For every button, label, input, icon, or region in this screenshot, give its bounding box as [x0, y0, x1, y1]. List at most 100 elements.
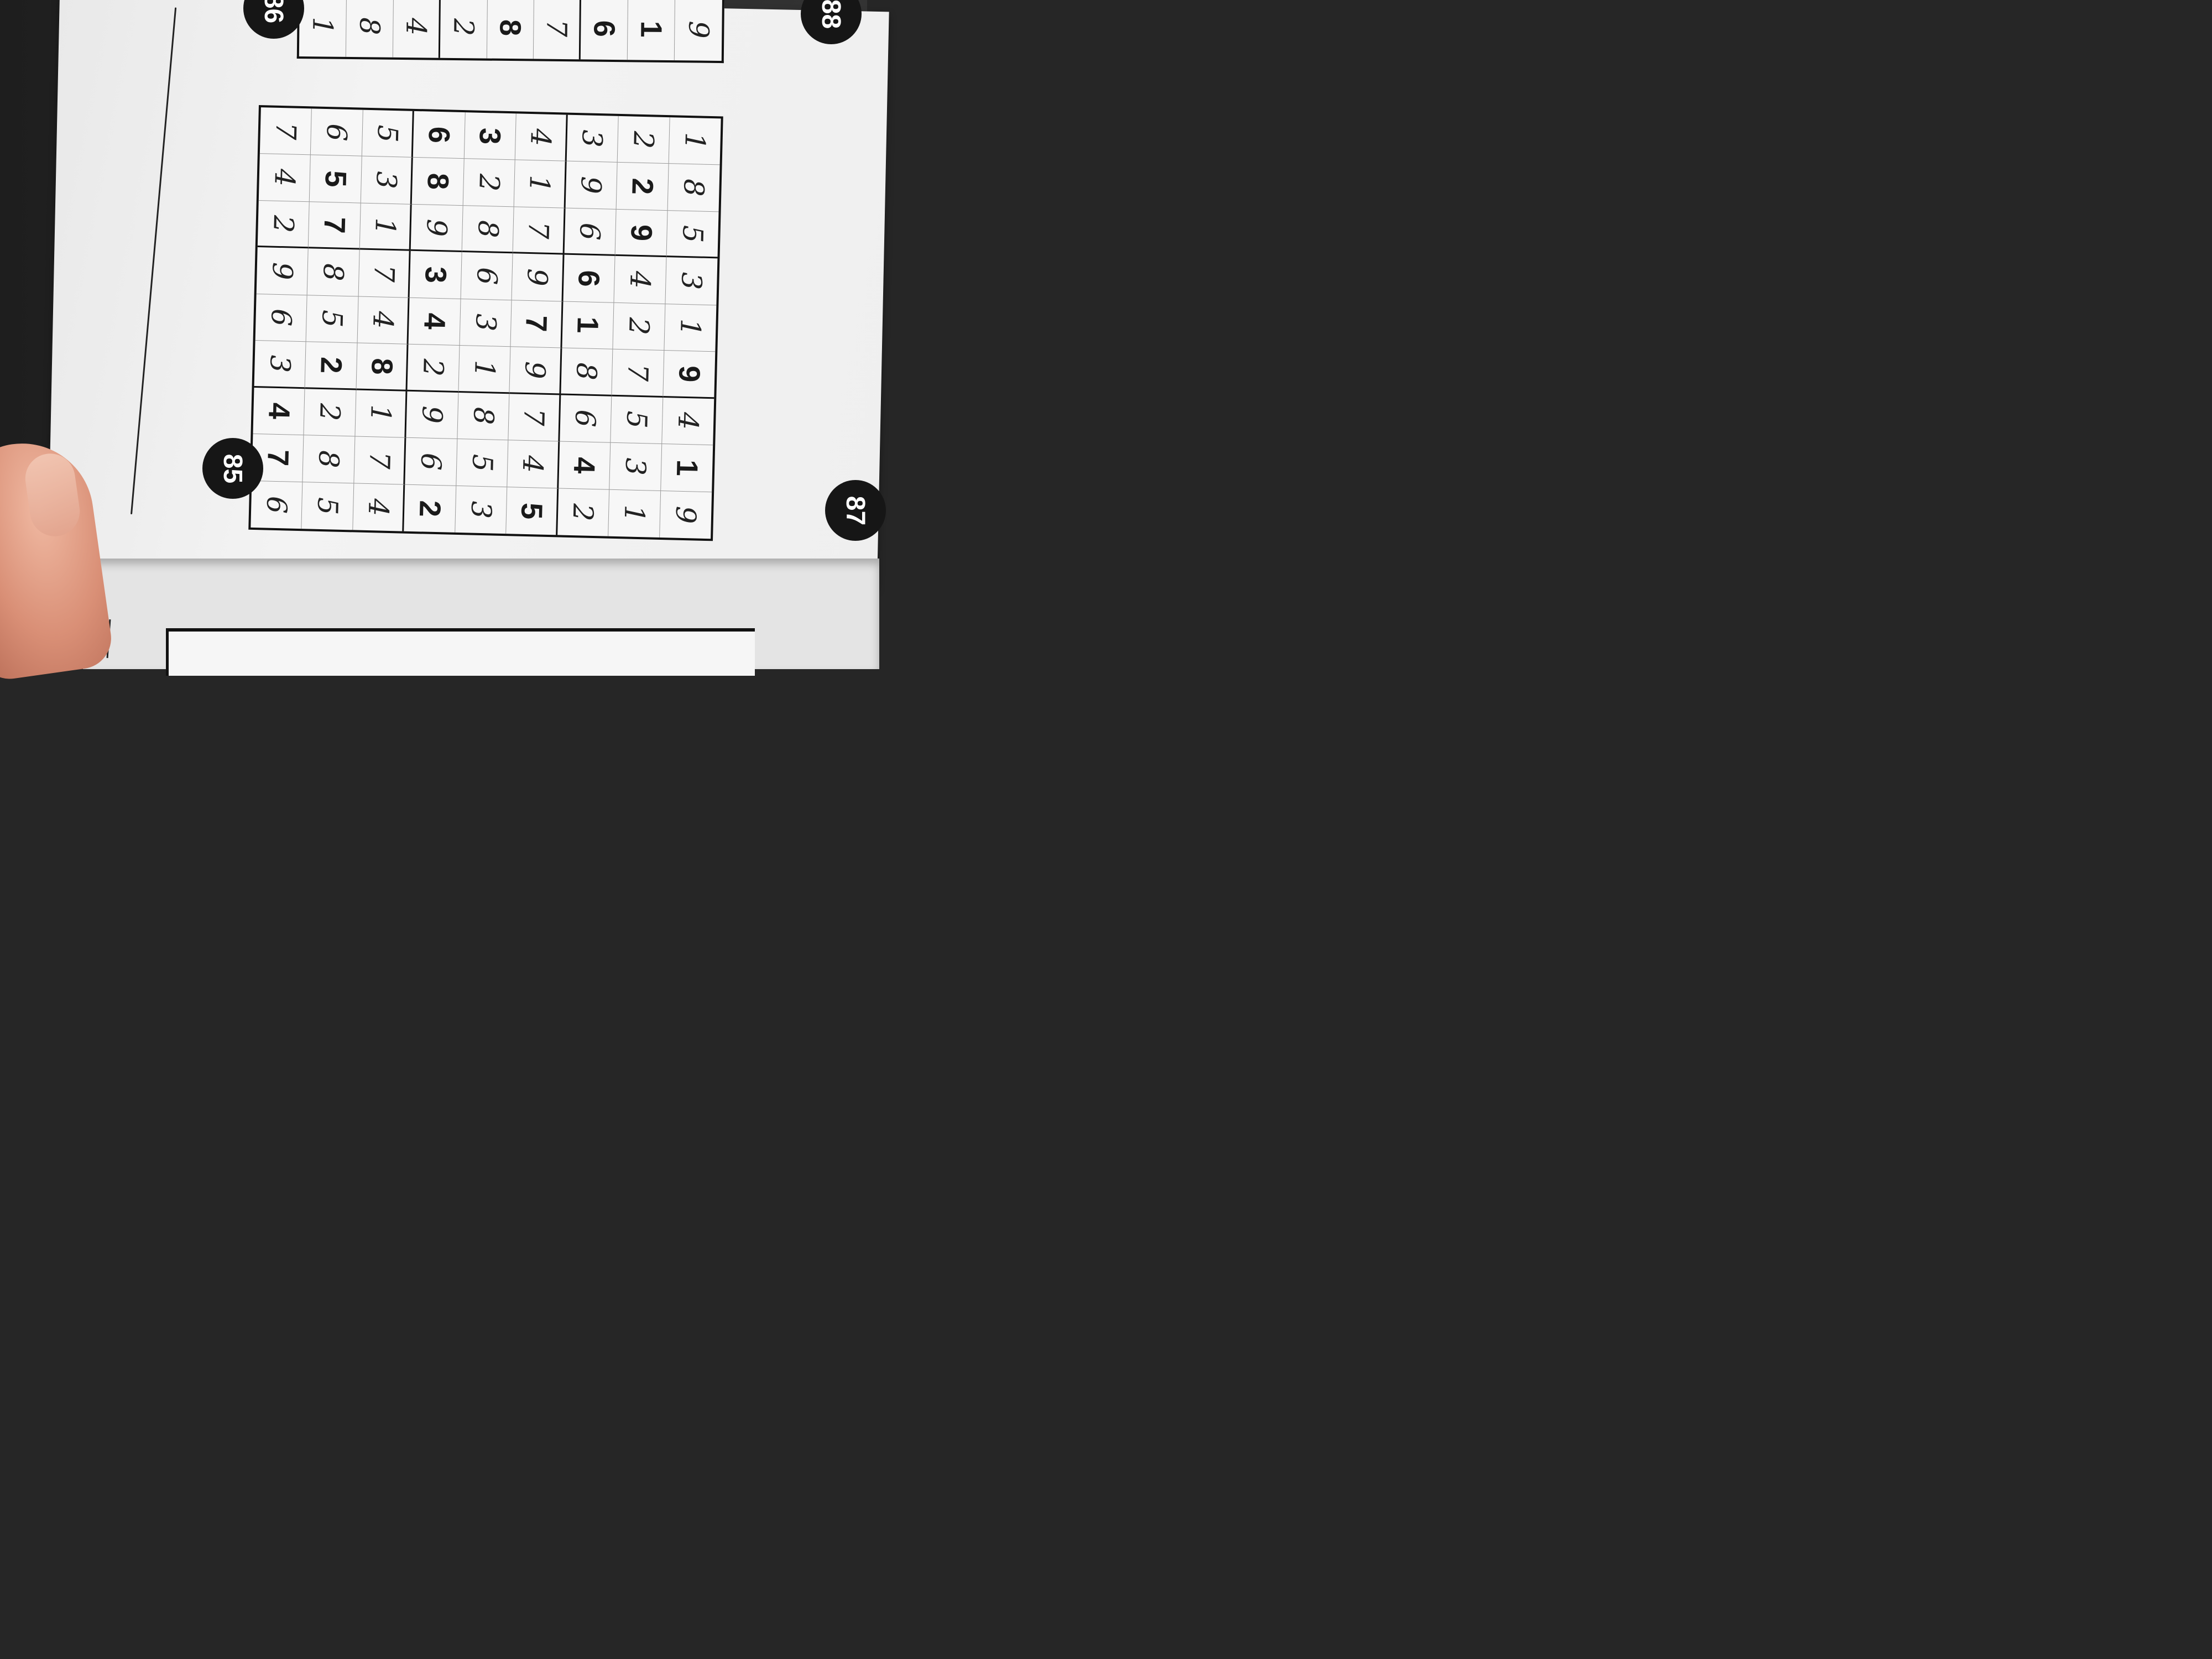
- handwritten-digit: 7: [363, 451, 396, 469]
- printed-digit: 9: [624, 223, 658, 242]
- sudoku-cell: 4: [258, 154, 311, 202]
- sudoku-cell: 4: [253, 387, 305, 436]
- sudoku-cell: 8: [561, 348, 613, 397]
- sudoku-cell: 2: [440, 0, 488, 59]
- sudoku-cell: 7: [510, 300, 564, 348]
- handwritten-digit: 4: [362, 498, 395, 517]
- sudoku-cell: 3: [361, 156, 414, 205]
- sudoku-cell: 1: [608, 489, 661, 538]
- handwritten-digit: 1: [468, 359, 501, 378]
- sudoku-cell: 1: [664, 304, 717, 352]
- sudoku-cell: 9: [512, 253, 565, 302]
- puzzle-number-86: 86: [259, 0, 289, 23]
- handwritten-digit: 7: [269, 122, 302, 140]
- sudoku-cell: 4: [408, 298, 461, 346]
- sudoku-cell: 2: [617, 116, 670, 164]
- sudoku-cell: 2: [557, 488, 610, 536]
- handwritten-digit: 4: [623, 270, 656, 289]
- sudoku-cell: 1: [355, 390, 408, 438]
- sudoku-cell: 5: [506, 487, 559, 535]
- printed-digit: 4: [418, 312, 451, 331]
- sudoku-cell: 1: [299, 0, 347, 57]
- handwritten-digit: 5: [676, 225, 709, 243]
- sudoku-cell: 4: [357, 296, 410, 345]
- sudoku-cell: 9: [662, 351, 716, 399]
- handwritten-digit: 8: [353, 17, 386, 35]
- handwritten-digit: 2: [314, 403, 346, 422]
- handwritten-digit: 1: [523, 174, 556, 194]
- sudoku-cell: 9: [406, 391, 459, 440]
- sudoku-cell: 9: [675, 0, 722, 61]
- sudoku-cell: 3: [460, 299, 512, 347]
- sudoku-cell: 8: [457, 392, 510, 441]
- handwritten-digit: 7: [367, 264, 400, 283]
- printed-digit: 2: [413, 499, 447, 518]
- sudoku-cell: 3: [665, 257, 718, 306]
- sudoku-cell: 6: [251, 481, 303, 529]
- handwritten-digit: 2: [447, 18, 480, 36]
- sudoku-cell: 9: [660, 491, 712, 539]
- handwritten-digit: 9: [420, 218, 453, 237]
- handwritten-digit: 2: [267, 215, 300, 233]
- handwritten-digit: 3: [263, 354, 296, 373]
- sudoku-cell: 1: [359, 203, 413, 252]
- sudoku-cell: 4: [393, 0, 441, 58]
- printed-digit: 6: [587, 20, 621, 38]
- sudoku-cell: 2: [463, 159, 515, 207]
- sudoku-cell: 5: [310, 155, 362, 204]
- handwritten-digit: 1: [306, 17, 339, 35]
- sudoku-cell: 4: [614, 256, 667, 304]
- sudoku-cell: 4: [353, 483, 405, 531]
- handwritten-digit: 7: [522, 221, 555, 239]
- sudoku-cell: 6: [461, 252, 513, 301]
- handwritten-digit: 3: [469, 314, 502, 332]
- handwritten-digit: 6: [260, 495, 293, 514]
- handwritten-digit: 9: [518, 361, 551, 379]
- handwritten-digit: 9: [266, 262, 299, 280]
- printed-digit: 2: [625, 178, 659, 195]
- sudoku-cell: 7: [358, 249, 411, 298]
- sudoku-cell: 6: [559, 395, 612, 443]
- handwritten-digit: 6: [569, 409, 602, 428]
- sudoku-cell: 7: [513, 207, 566, 255]
- handwritten-digit: 5: [311, 497, 344, 515]
- sudoku-cell: 6: [405, 437, 458, 486]
- handwritten-digit: 6: [415, 452, 447, 471]
- printed-digit: 8: [493, 19, 528, 36]
- sudoku-cell: 6: [564, 208, 617, 257]
- handwritten-digit: 8: [570, 362, 603, 381]
- handwritten-digit: 3: [675, 272, 708, 290]
- printed-digit: 1: [670, 459, 704, 477]
- handwritten-digit: 5: [620, 410, 653, 429]
- printed-digit: 2: [314, 356, 348, 374]
- sudoku-cell: 2: [616, 163, 669, 211]
- sudoku-cell: 7: [534, 0, 582, 60]
- handwritten-digit: 9: [521, 268, 554, 287]
- handwritten-digit: 6: [573, 222, 607, 241]
- handwritten-digit: 9: [669, 505, 702, 524]
- sudoku-cell: 2: [305, 342, 358, 390]
- printed-digit: 4: [567, 456, 602, 474]
- sudoku-cell: 4: [558, 441, 611, 490]
- sudoku-cell: 2: [257, 200, 310, 249]
- sudoku-cell: 8: [346, 0, 394, 58]
- handwritten-digit: 8: [317, 263, 350, 282]
- sudoku-cell: 5: [301, 482, 354, 530]
- handwritten-digit: 8: [677, 178, 710, 197]
- handwritten-digit: 2: [627, 131, 660, 149]
- printed-digit: 7: [260, 449, 295, 467]
- sudoku-cell: 6: [255, 294, 308, 342]
- handwritten-digit: 7: [540, 19, 573, 38]
- handwritten-digit: 8: [471, 220, 504, 238]
- sudoku-85-wrapper: 7656343214538219282719876959873696436544…: [248, 105, 723, 559]
- handwritten-digit: 4: [399, 18, 432, 36]
- printed-digit: 6: [422, 126, 456, 144]
- puzzle-number-88: 88: [816, 0, 846, 29]
- sudoku-cell: 7: [309, 202, 361, 250]
- sudoku-cell: 7: [259, 107, 312, 155]
- handwritten-digit: 9: [416, 405, 448, 424]
- sudoku-cell: 8: [667, 164, 720, 212]
- handwritten-digit: 3: [465, 500, 498, 519]
- printed-digit: 8: [421, 173, 455, 190]
- handwritten-digit: 3: [619, 457, 652, 476]
